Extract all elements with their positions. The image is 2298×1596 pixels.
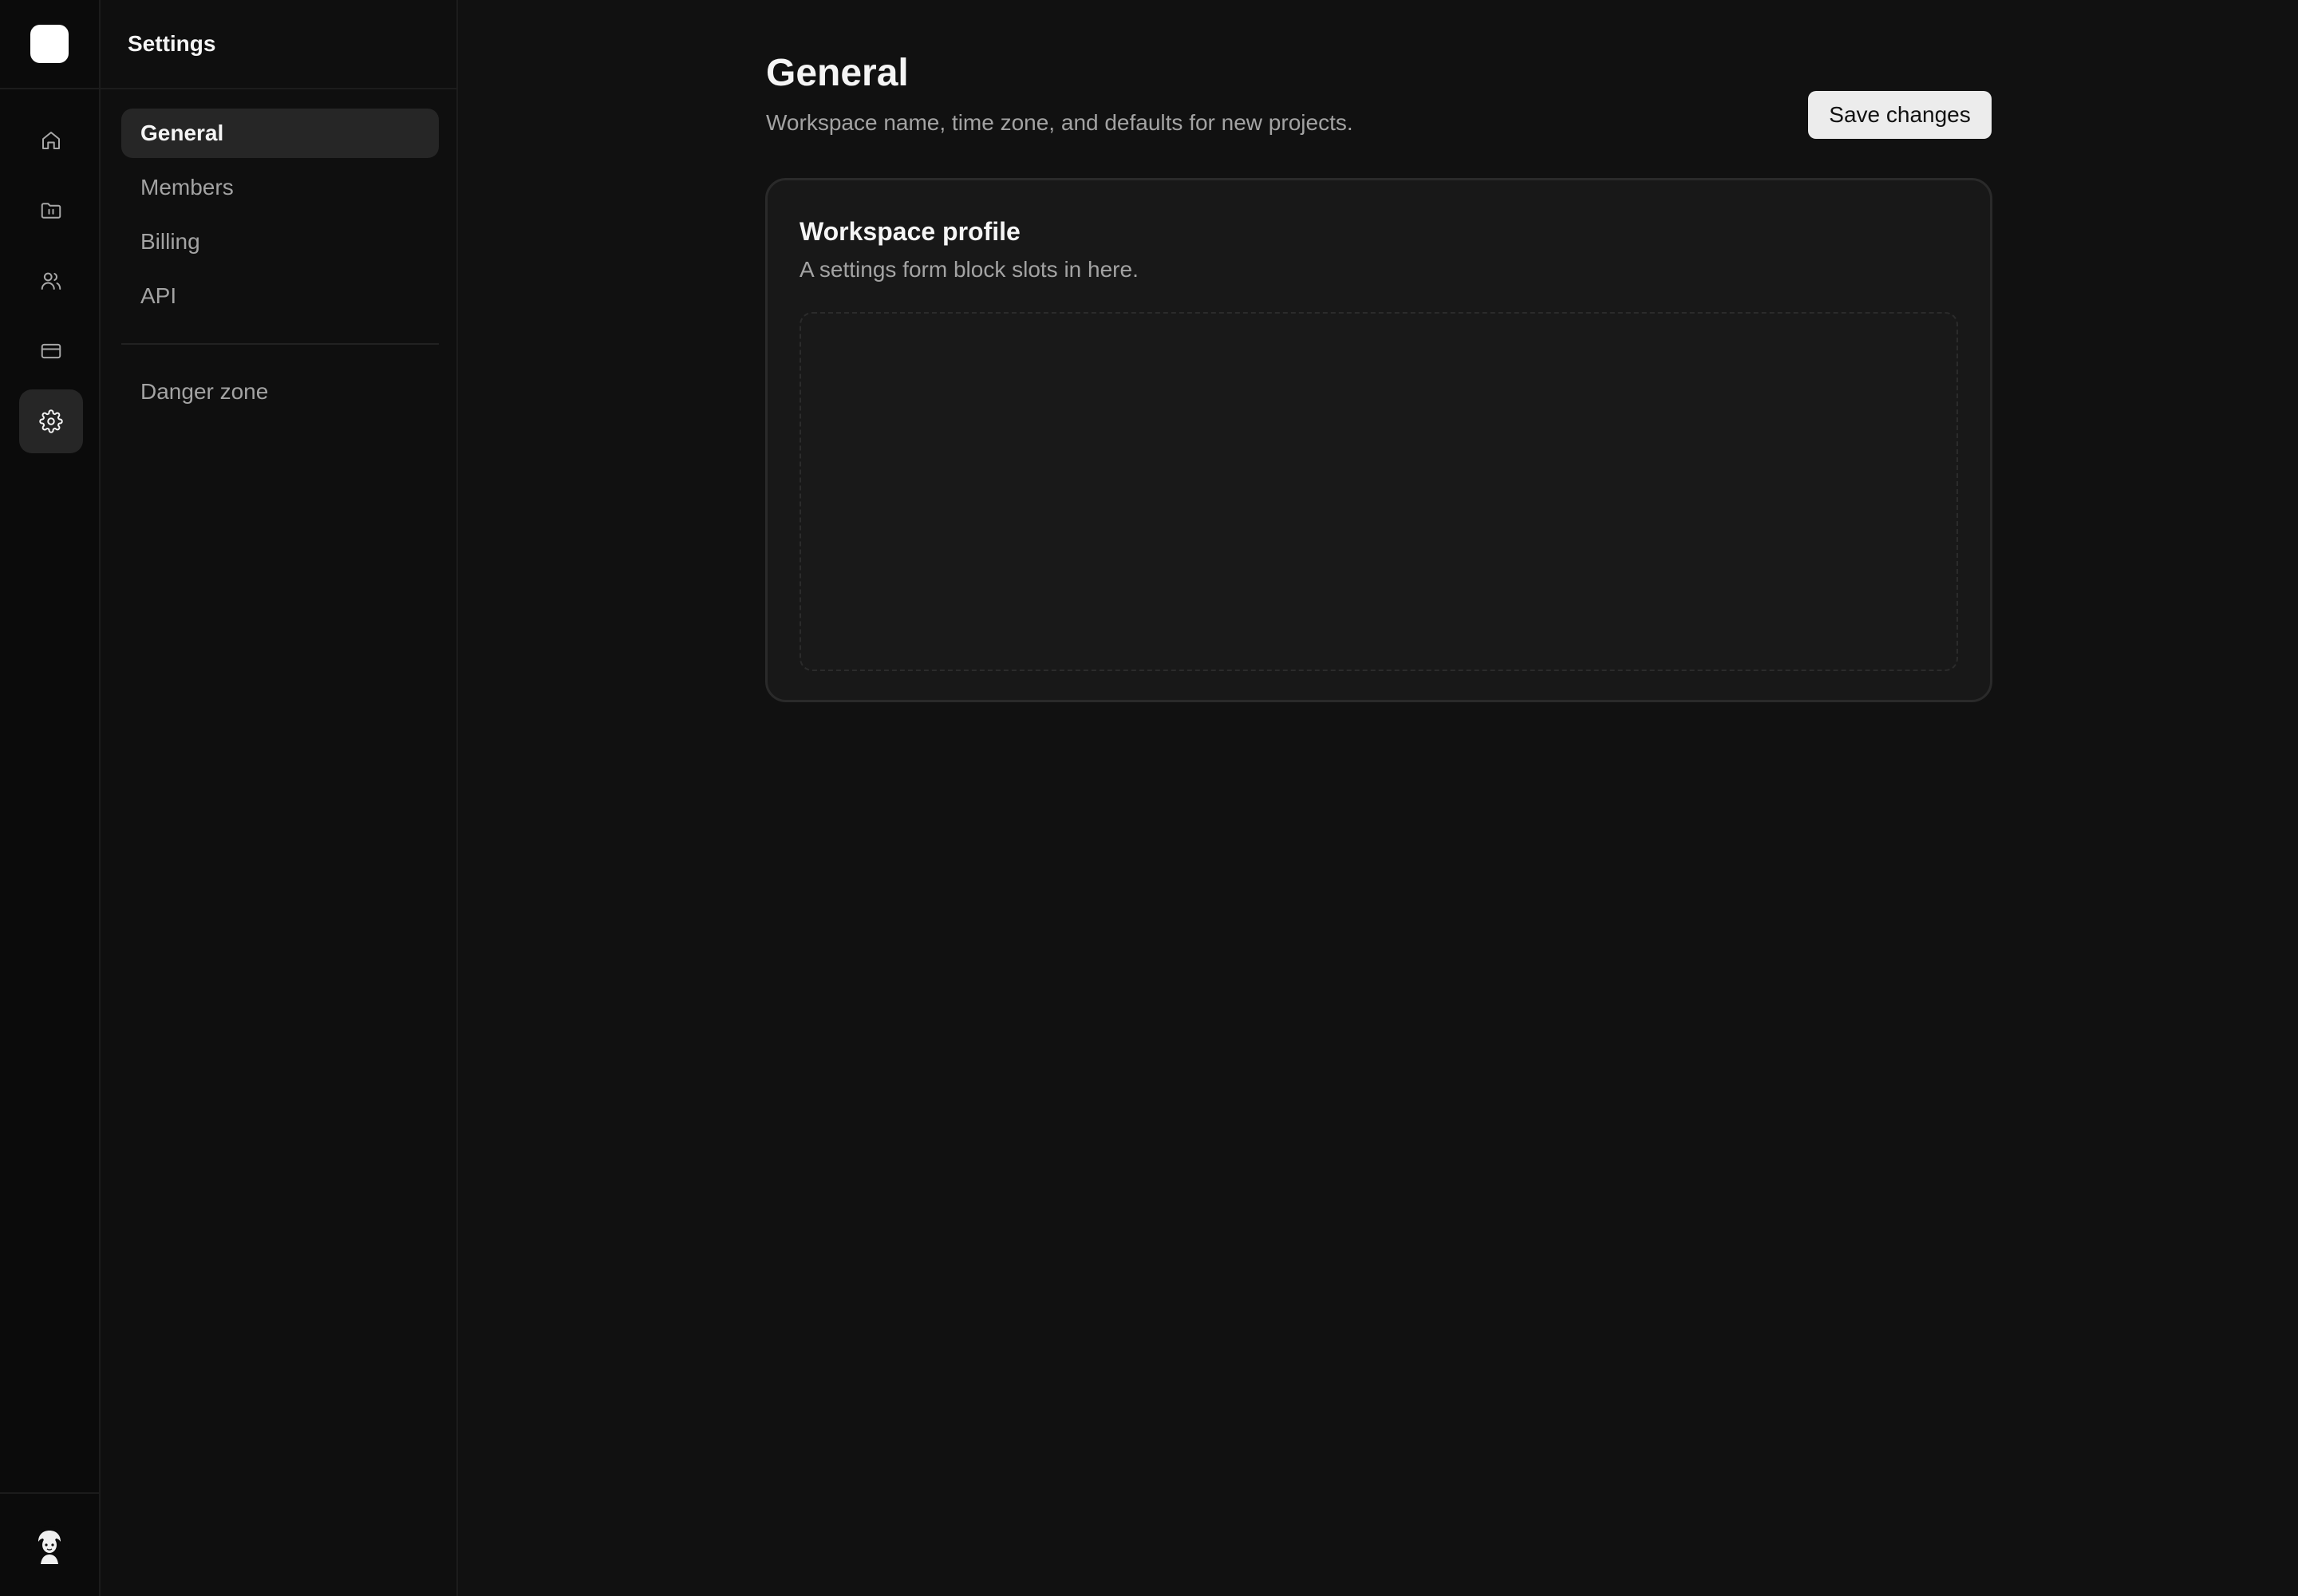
- sidebar-header: Settings: [101, 0, 456, 89]
- avatar[interactable]: [30, 1526, 69, 1564]
- settings-nav: General Members Billing API Danger zone: [121, 109, 439, 421]
- users-icon: [41, 272, 61, 290]
- page-title: General: [766, 52, 909, 94]
- gear-icon: [39, 409, 63, 433]
- main-content: General Workspace name, time zone, and d…: [458, 0, 2298, 1596]
- rail-home-button[interactable]: [19, 109, 83, 172]
- rail-members-button[interactable]: [19, 249, 83, 313]
- sidebar-item-label: Danger zone: [140, 379, 269, 404]
- home-icon: [42, 132, 60, 149]
- sidebar-item-members[interactable]: Members: [121, 163, 439, 212]
- rail-billing-button[interactable]: [19, 319, 83, 383]
- app-window: Settings General Members Billing API Dan…: [0, 0, 2298, 1596]
- rail-settings-button[interactable]: [19, 389, 83, 453]
- page-subtitle: Workspace name, time zone, and defaults …: [766, 110, 1353, 135]
- sidebar-divider: [121, 343, 439, 345]
- rail-projects-button[interactable]: [19, 179, 83, 243]
- sidebar-item-label: Members: [140, 175, 234, 200]
- sidebar-item-label: API: [140, 283, 177, 308]
- sidebar-title: Settings: [128, 31, 216, 56]
- workspace-profile-card: Workspace profile A settings form block …: [765, 178, 1992, 702]
- rail-footer: [0, 1492, 99, 1596]
- icon-rail: [0, 0, 101, 1596]
- sidebar-item-danger-zone[interactable]: Danger zone: [121, 367, 439, 417]
- card-description: A settings form block slots in here.: [800, 257, 1139, 282]
- sidebar-item-label: General: [140, 120, 224, 145]
- form-slot-placeholder: [800, 312, 1958, 671]
- app-logo[interactable]: [30, 25, 69, 63]
- sidebar-item-label: Billing: [140, 229, 200, 254]
- folder-icon: [41, 203, 61, 219]
- logo-area: [0, 0, 99, 89]
- sidebar-item-billing[interactable]: Billing: [121, 217, 439, 267]
- card-title: Workspace profile: [800, 217, 1021, 246]
- credit-card-icon: [41, 343, 61, 359]
- sidebar-item-api[interactable]: API: [121, 271, 439, 321]
- save-changes-button[interactable]: Save changes: [1808, 91, 1992, 139]
- settings-sidebar: Settings General Members Billing API Dan…: [101, 0, 458, 1596]
- sidebar-item-general[interactable]: General: [121, 109, 439, 158]
